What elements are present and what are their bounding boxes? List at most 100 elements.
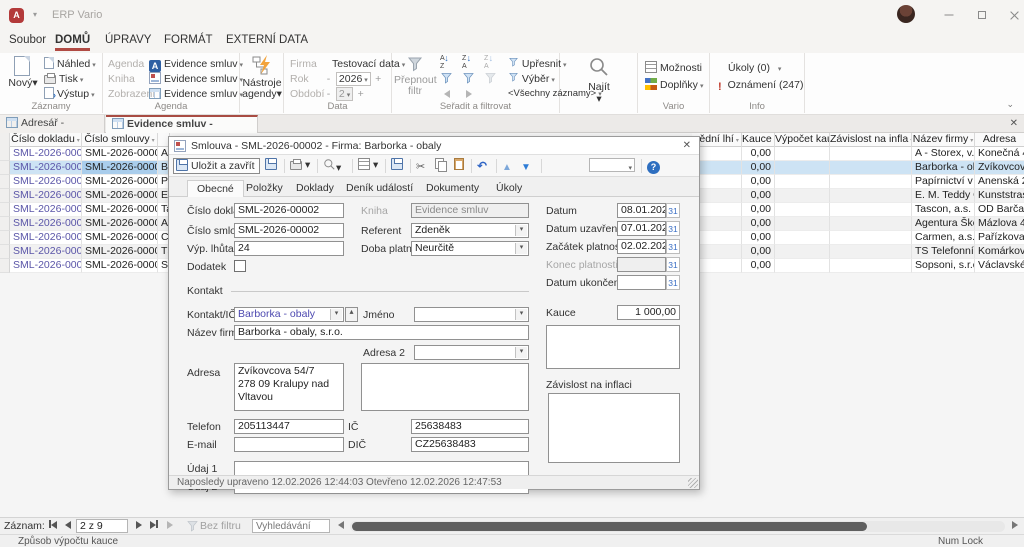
cell-zavislost[interactable] [830,231,912,245]
horizontal-scrollbar[interactable] [350,521,1005,532]
cislo-dokladu-field[interactable]: SML-2026-00002 [234,203,344,218]
datum-ukonceni-field[interactable] [617,275,666,290]
sort-asc-button[interactable] [440,56,457,70]
cell-vypocet-kauce[interactable] [775,231,830,245]
tab-polozky[interactable]: Položky [237,180,292,197]
row-selector[interactable] [0,203,10,217]
table-row[interactable]: 0,00 Tascon, a.s. OD Barča [692,203,1024,217]
paste-button[interactable] [454,158,467,174]
copy-button[interactable] [435,158,449,174]
cell-nazev-firmy[interactable]: TS Telefonní sp [912,245,975,259]
datum-field[interactable]: 08.01.2026 [617,203,666,218]
dodatek-checkbox[interactable] [234,260,246,272]
combo-caret-icon[interactable] [515,347,527,358]
dialog-titlebar[interactable]: Smlouva - SML-2026-00002 - Firma: Barbor… [169,137,699,155]
obdobi-stepper[interactable]: - 2 + [324,87,365,101]
konec-platnosti-calendar-button[interactable]: 31 [666,257,680,272]
row-selector[interactable] [0,175,10,189]
cell-nazev-firmy[interactable]: Carmen, a.s. [912,231,975,245]
cell-adresa[interactable]: Anenská 25 [975,175,1024,189]
row-selector[interactable] [0,161,10,175]
row-selector[interactable] [0,245,10,259]
tab-doklady[interactable]: Doklady [287,180,343,197]
rok-value[interactable]: 2026 [336,72,371,86]
dialog-close-icon[interactable] [683,140,691,151]
datum-uzavreni-calendar-button[interactable]: 31 [666,221,680,236]
filter-clear-button[interactable] [484,72,497,86]
cell-kauce[interactable]: 0,00 [742,217,775,231]
cell-cislo-smlouvy[interactable]: SML-2026-00007 [82,231,158,245]
previous-record-button[interactable] [502,158,515,174]
adresa2-textarea[interactable] [361,363,529,411]
udaj1-field[interactable] [234,461,529,476]
cell-cislo-smlouvy[interactable]: SML-2026-00001 [82,147,158,161]
cell-vypocet-kauce[interactable] [775,147,830,161]
menu-upravy[interactable]: ÚPRAVY [105,34,151,46]
header-adresa[interactable]: Adresa [975,133,1024,147]
rok-minus-button[interactable]: - [324,72,333,86]
menu-soubor[interactable]: Soubor [9,34,46,46]
cell-adresa[interactable]: Pařízkova 1 [975,231,1024,245]
header-cislo-smlouvy[interactable]: Číslo smlouvy [82,133,158,147]
new-record-button[interactable]: Nový [6,56,40,89]
cell-cislo-dokladu[interactable]: SML-2026-00006 [10,217,82,231]
collapse-ribbon-icon[interactable] [1006,99,1014,110]
cell-vypocet-kauce[interactable] [775,175,830,189]
cell-cislo-smlouvy[interactable]: SML-2026-00006 [82,217,158,231]
dic-field[interactable]: CZ25638483 [411,437,529,452]
cell-nazev-firmy[interactable]: Barborka - obal [912,161,975,175]
notifications-button[interactable]: Oznámení (247) [718,78,803,92]
next-record-button[interactable] [521,158,534,174]
row-selector[interactable] [0,217,10,231]
vyp-lhuta-field[interactable]: 24 [234,241,344,256]
table-row[interactable]: SML-2026-00001 SML-2026-00001 A [0,147,170,161]
agenda-tools-button[interactable]: Nástroje agendy [242,55,282,100]
obdobi-plus-button[interactable]: + [356,87,365,101]
adresa2-combo[interactable] [414,345,529,360]
cell-zavislost[interactable] [830,175,912,189]
tab-denik-udalosti[interactable]: Deník událostí [337,180,422,197]
cell-kauce[interactable]: 0,00 [742,175,775,189]
cell-kauce[interactable]: 0,00 [742,203,775,217]
email-field[interactable] [234,437,344,452]
cell-kauce[interactable]: 0,00 [742,147,775,161]
cell-adresa[interactable]: Václavské n [975,259,1024,273]
kniha-combo[interactable]: Evidence smluv [149,72,243,86]
cell-nazev-firmy[interactable]: Tascon, a.s. [912,203,975,217]
datum-ukonceni-calendar-button[interactable]: 31 [666,275,680,290]
table-row[interactable]: 0,00 Agentura Školin Mázlova 47 [692,217,1024,231]
options-button[interactable]: Možnosti [645,61,702,75]
quick-access-caret-icon[interactable] [33,10,37,19]
table-row[interactable]: 0,00 A - Storex, v.o.s Konečná 44 [692,147,1024,161]
cell-adresa[interactable]: Mázlova 47 [975,217,1024,231]
numbering-button[interactable] [358,158,378,174]
cell-cislo-dokladu[interactable]: SML-2026-00004 [10,189,82,203]
print-button[interactable] [290,158,310,174]
cell-adresa[interactable]: Kunststrass [975,189,1024,203]
header-cislo-dokladu[interactable]: Číslo dokladu [10,133,82,147]
ic-field[interactable]: 25638483 [411,419,529,434]
table-row[interactable]: 0,00 E. M. Teddy Gm Kunststrass [692,189,1024,203]
save-record-button[interactable] [265,158,280,174]
referent-combo[interactable]: Zdeněk [411,223,529,238]
cell-adresa[interactable]: Zvíkovcova [975,161,1024,175]
cell-vypocet-kauce[interactable] [775,161,830,175]
cell-kauce[interactable]: 0,00 [742,245,775,259]
cell-cislo-dokladu[interactable]: SML-2026-00007 [10,231,82,245]
table-row[interactable]: SML-2026-00005 SML-2026-00005 Ta [0,203,170,217]
tab-ukoly[interactable]: Úkoly [487,180,531,197]
prev-page-button[interactable] [444,88,450,102]
help-button[interactable] [647,158,663,174]
toggle-filter-button[interactable]: Přepnoutfiltr [394,56,436,97]
cell-nazev-firmy[interactable]: Papírnictví v An [912,175,975,189]
header-nazev-firmy[interactable]: Název firmy [912,133,975,147]
tab-dokumenty[interactable]: Dokumenty [417,180,488,197]
combo-caret-icon[interactable] [515,309,527,320]
tasks-button[interactable]: Úkoly (0) [728,61,781,75]
obdobi-value[interactable]: 2 [336,87,353,101]
prev-record-button[interactable] [61,520,74,532]
table-row[interactable]: SML-2026-00009 SML-2026-00009 So [0,259,170,273]
column-dropdown-icon[interactable] [77,138,80,144]
combo-caret-icon[interactable] [515,243,527,254]
cell-vypocet-kauce[interactable] [775,217,830,231]
